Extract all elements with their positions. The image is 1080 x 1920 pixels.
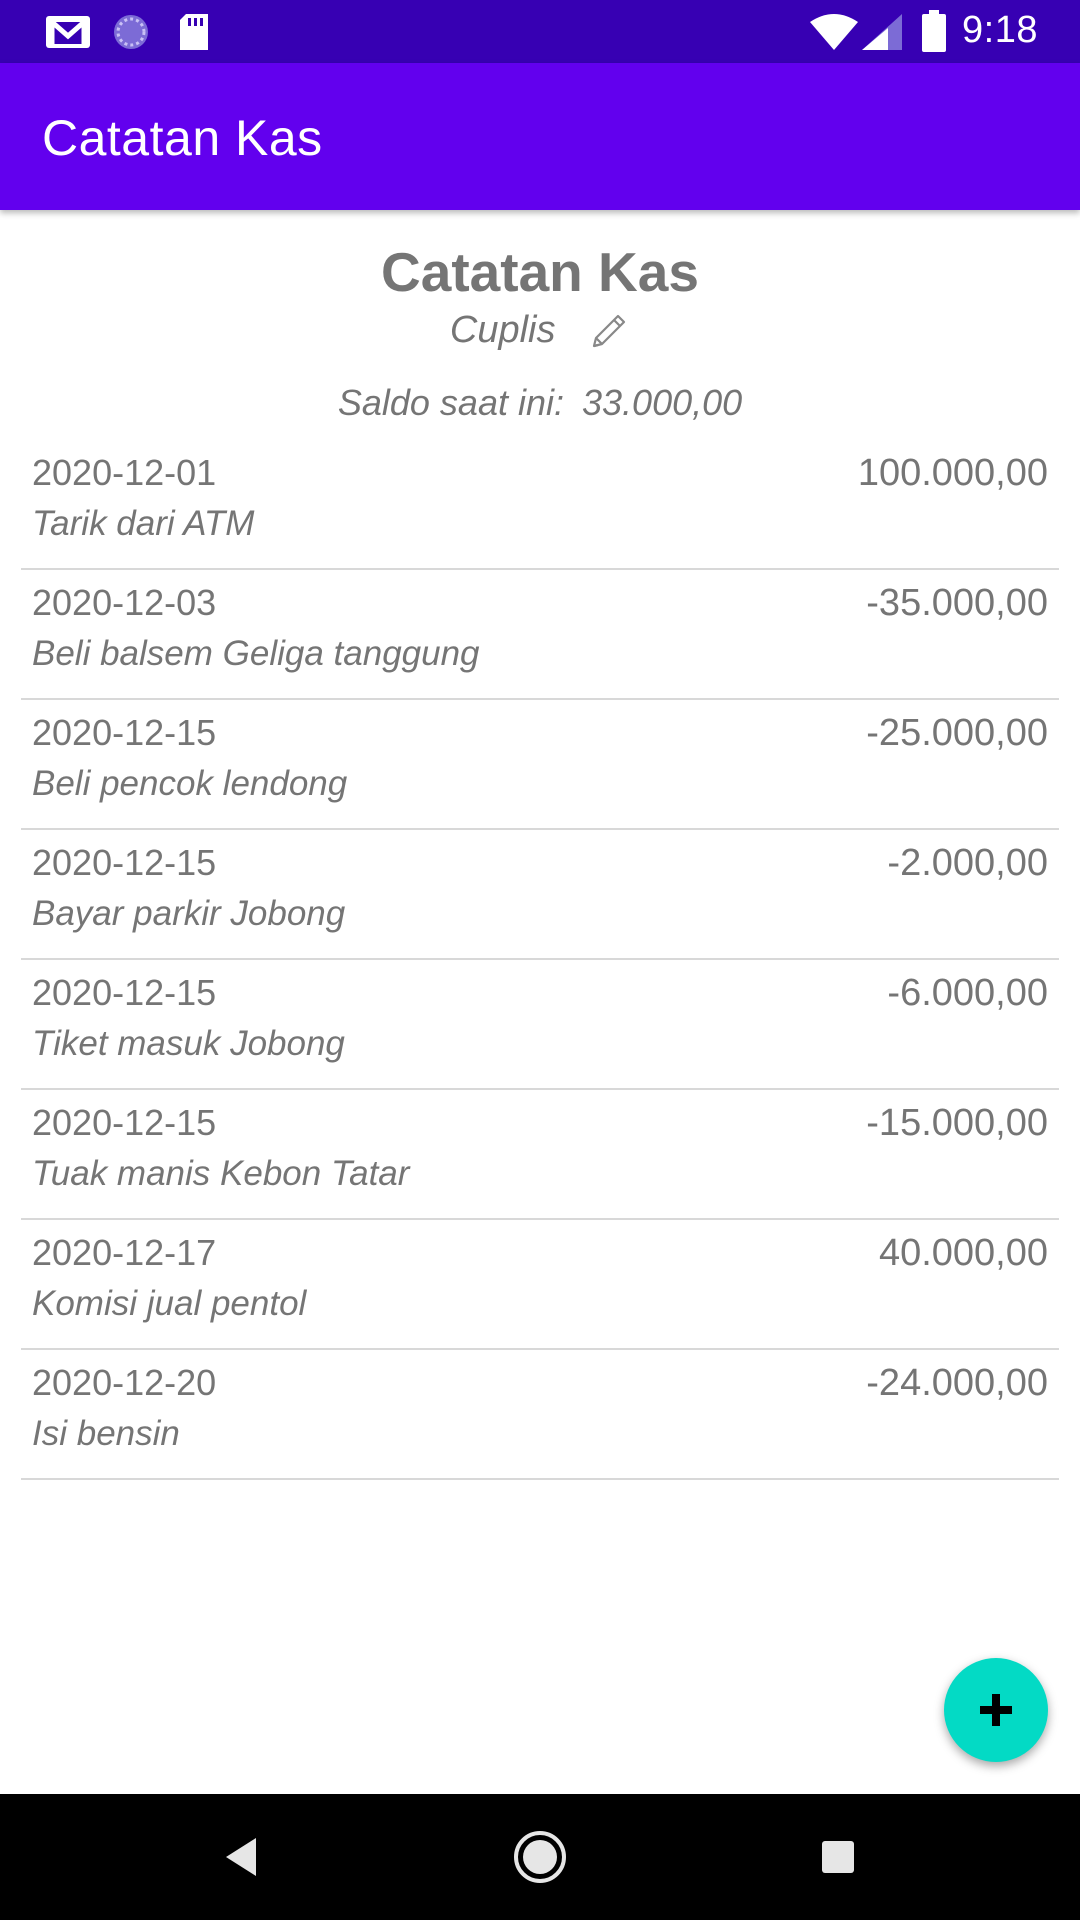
transaction-description: Beli balsem Geliga tanggung [32,634,480,673]
transaction-row[interactable]: 2020-12-15 Bayar parkir Jobong -2.000,00 [21,830,1059,960]
transaction-amount: -35.000,00 [866,582,1048,624]
transaction-row[interactable]: 2020-12-17 Komisi jual pentol 40.000,00 [21,1220,1059,1350]
transaction-amount: -15.000,00 [866,1102,1048,1144]
page-title: Catatan Kas [381,241,699,303]
transaction-date: 2020-12-20 [32,1362,217,1403]
transaction-row[interactable]: 2020-12-01 Tarik dari ATM 100.000,00 [21,440,1059,570]
balance-value: 33.000,00 [582,382,743,423]
recents-icon[interactable] [805,1824,871,1890]
transaction-date: 2020-12-17 [32,1232,217,1273]
transaction-row[interactable]: 2020-12-03 Beli balsem Geliga tanggung -… [21,570,1059,700]
gmail-icon [46,16,90,48]
sd-card-icon [180,14,208,50]
home-icon[interactable] [507,1824,573,1890]
signal-icon [862,14,902,50]
transaction-amount: -25.000,00 [866,712,1048,754]
plus-icon [980,1694,1012,1726]
add-transaction-button[interactable] [944,1658,1048,1762]
transaction-description: Tuak manis Kebon Tatar [32,1154,410,1193]
transaction-row[interactable]: 2020-12-15 Tiket masuk Jobong -6.000,00 [21,960,1059,1090]
transaction-description: Beli pencok lendong [32,764,348,803]
sync-icon [114,15,148,49]
transaction-amount: -24.000,00 [866,1362,1048,1404]
transaction-row[interactable]: 2020-12-15 Beli pencok lendong -25.000,0… [21,700,1059,830]
transaction-amount: 100.000,00 [857,452,1048,494]
transaction-list: 2020-12-01 Tarik dari ATM 100.000,00 202… [21,440,1059,1480]
app-bar-title: Catatan Kas [42,110,323,166]
transaction-amount: -2.000,00 [887,842,1048,884]
back-icon[interactable] [208,1824,274,1890]
transaction-amount: 40.000,00 [878,1232,1048,1274]
transaction-amount: -6.000,00 [887,972,1048,1014]
transaction-description: Isi bensin [32,1414,180,1453]
pencil-icon[interactable] [588,310,630,352]
transaction-date: 2020-12-15 [32,712,217,753]
transaction-date: 2020-12-15 [32,842,217,883]
transaction-date: 2020-12-03 [32,582,217,623]
transaction-row[interactable]: 2020-12-20 Isi bensin -24.000,00 [21,1350,1059,1480]
transaction-description: Tiket masuk Jobong [32,1024,345,1063]
transaction-description: Tarik dari ATM [32,504,255,543]
owner-row: Cuplis [0,308,1080,352]
balance-label: Saldo saat ini: [337,382,564,423]
transaction-description: Bayar parkir Jobong [32,894,346,933]
owner-name: Cuplis [449,309,556,352]
transaction-date: 2020-12-01 [32,452,217,493]
transaction-date: 2020-12-15 [32,972,217,1013]
app-bar: Catatan Kas [0,63,1080,210]
transaction-description: Komisi jual pentol [32,1284,307,1323]
status-time: 9:18 [962,9,1038,51]
wifi-icon [810,14,858,50]
balance-row: Saldo saat ini: 33.000,00 [0,382,1080,424]
navigation-bar [0,1794,1080,1920]
transaction-date: 2020-12-15 [32,1102,217,1143]
transaction-row[interactable]: 2020-12-15 Tuak manis Kebon Tatar -15.00… [21,1090,1059,1220]
battery-icon [922,10,946,52]
status-bar: 9:18 [0,0,1080,63]
screen: 9:18 Catatan Kas Catatan Kas Cuplis Sald… [0,0,1080,1920]
